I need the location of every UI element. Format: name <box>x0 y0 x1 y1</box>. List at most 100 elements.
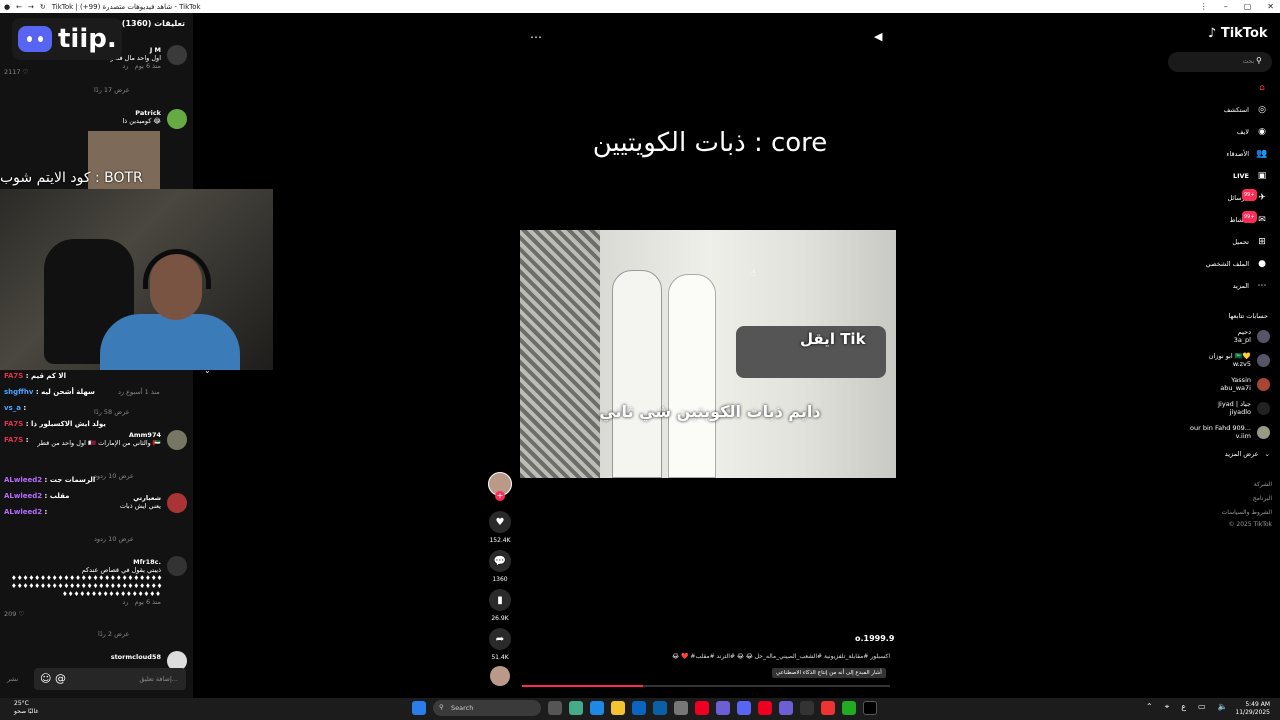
volume-icon[interactable]: ◀ <box>874 30 882 43</box>
comment-avatar[interactable] <box>167 430 187 450</box>
view-replies[interactable]: عرض 10 ردود <box>94 472 134 480</box>
following-account[interactable]: our bin Fahd 909... v.iim <box>1190 424 1270 440</box>
reload-icon[interactable]: ↻ <box>40 3 46 11</box>
comment-likes[interactable]: 209 ♡ <box>4 610 24 618</box>
music-disc-icon[interactable] <box>490 666 510 686</box>
save-count: 26.9K <box>491 615 509 622</box>
nav-live[interactable]: LIVE ▣ <box>1233 170 1268 182</box>
footer-company[interactable]: الشركة <box>1254 481 1272 488</box>
emoji-icon[interactable]: ☺ <box>40 672 51 685</box>
chevron-down-icon[interactable]: ⌄ <box>204 366 211 375</box>
reply-button[interactable]: رد <box>122 598 128 606</box>
view-replies[interactable]: عرض 58 ردًا <box>94 408 130 416</box>
like-button[interactable]: ♥ 152.4K <box>488 511 512 544</box>
chevron-up-icon[interactable]: ⌃ <box>1146 702 1153 712</box>
chrome-icon[interactable] <box>821 701 835 715</box>
minimize-button[interactable]: – <box>1224 0 1228 13</box>
webcam-feed <box>0 189 273 370</box>
app-icon[interactable] <box>842 701 856 715</box>
video-menu-icon[interactable]: ⋯ <box>530 30 542 44</box>
file-explorer-icon[interactable] <box>611 701 625 715</box>
nav-more[interactable]: المزيد ⋯ <box>1233 280 1268 292</box>
account-avatar <box>1257 401 1270 415</box>
taskbar-search[interactable]: ⚲ Search <box>433 700 541 716</box>
start-icon[interactable] <box>412 701 426 715</box>
copilot-icon[interactable] <box>569 701 583 715</box>
view-replies[interactable]: عرض 17 ردًا <box>94 86 130 94</box>
nav-live-following[interactable]: لايف ◉ <box>1237 126 1268 138</box>
task-view-icon[interactable] <box>548 701 562 715</box>
comment-button[interactable]: 💬 1360 <box>488 550 512 583</box>
like-count: 152.4K <box>489 537 511 544</box>
store-icon[interactable] <box>632 701 646 715</box>
tiktok-icon[interactable] <box>863 701 877 715</box>
nav-activity[interactable]: النشاط ✉ 99+ <box>1229 211 1268 226</box>
chat-line: FA7S : الا كم قيم <box>4 372 66 380</box>
video-description: 😂 ❤️ #اكسبلور #مقابلة_تلفزيونية #الشعب_ا… <box>672 653 890 660</box>
comment-user[interactable]: Amm974 <box>11 431 161 439</box>
view-replies[interactable]: عرض 2 ردًا <box>98 630 129 638</box>
discord-icon <box>18 26 52 52</box>
app-icon[interactable] <box>800 701 814 715</box>
location-icon[interactable]: ⌖ <box>1165 702 1170 712</box>
heart-icon: ♡ <box>22 68 29 76</box>
comment-avatar[interactable] <box>167 45 187 65</box>
nav-explore[interactable]: استكشف ◎ <box>1224 104 1268 116</box>
follow-plus-icon[interactable]: + <box>495 491 505 501</box>
view-replies[interactable]: عرض 10 ردود <box>94 535 134 543</box>
reply-button[interactable]: رد <box>122 62 128 70</box>
following-account[interactable]: ابو نوزان 🇸🇦💛 w.zv5 <box>1209 352 1270 368</box>
see-more-link[interactable]: عرض المزيد ⌄ <box>1225 450 1270 458</box>
menu-dots-icon[interactable]: ⋮ <box>1200 0 1208 13</box>
save-button[interactable]: ▮ 26.9K <box>488 589 512 622</box>
maximize-button[interactable]: ▢ <box>1244 0 1252 13</box>
close-button[interactable]: ✕ <box>1267 0 1274 13</box>
nav-friends[interactable]: الأصدقاء 👥 <box>1226 148 1268 160</box>
share-icon: ➦ <box>489 628 511 650</box>
footer-terms[interactable]: الشروط والسياسات <box>1222 509 1272 516</box>
video-author[interactable]: o.1999.9 <box>855 634 894 643</box>
comment-item: Mfr18c. ذيبتي يقول في قصاص عندكم ♦♦♦♦♦♦♦… <box>11 558 163 606</box>
edge-icon[interactable] <box>590 701 604 715</box>
shop-code-text: كود الايتم شوب : BOTR <box>0 170 143 186</box>
forward-icon[interactable]: → <box>28 3 34 11</box>
comment-user[interactable]: Patrick <box>21 109 161 117</box>
youtube-icon[interactable] <box>695 701 709 715</box>
comment-likes[interactable]: 2117 ♡ <box>4 68 28 76</box>
comment-avatar[interactable] <box>167 556 187 576</box>
share-button[interactable]: ➦ 51.4K <box>488 628 512 661</box>
following-account[interactable]: دحيم 3a_pl <box>1234 328 1270 344</box>
nav-home[interactable]: ⌂ <box>1249 82 1268 94</box>
following-account[interactable]: Yassin abu_wa7i <box>1220 376 1270 392</box>
nav-messages[interactable]: الرسائل ✈ 99+ <box>1227 189 1268 204</box>
mention-icon[interactable]: @ <box>55 672 66 685</box>
video-frame[interactable] <box>520 230 896 478</box>
teams-icon[interactable] <box>716 701 730 715</box>
search-icon[interactable]: ⚲ <box>1256 56 1262 65</box>
comment-user[interactable]: stormcloud58 <box>21 653 161 661</box>
settings-icon[interactable] <box>674 701 688 715</box>
post-button[interactable]: نشر <box>7 675 18 683</box>
nav-profile[interactable]: الملف الشخصي ● <box>1206 258 1268 270</box>
display-icon[interactable]: ▭ <box>1198 702 1206 712</box>
weather-widget[interactable]: 25°C غالبًا صحو <box>14 700 38 716</box>
reply-button[interactable]: رد <box>118 388 124 396</box>
nav-upload[interactable]: تحميل ⊞ <box>1232 236 1268 248</box>
youtube-icon[interactable] <box>758 701 772 715</box>
comment-user[interactable]: Mfr18c. <box>11 558 161 566</box>
comment-avatar[interactable] <box>167 493 187 513</box>
video-progress-bar[interactable] <box>522 685 890 687</box>
app-icon[interactable] <box>779 701 793 715</box>
volume-icon[interactable]: 🔈 <box>1218 702 1228 712</box>
outlook-icon[interactable] <box>653 701 667 715</box>
tiktok-logo[interactable]: ♪ TikTok <box>1208 26 1268 41</box>
following-account[interactable]: Jiyad | جياد jiyadlo <box>1218 400 1270 416</box>
clock[interactable]: 5:49 AM 11/29/2025 <box>1235 701 1270 717</box>
back-icon[interactable]: ← <box>16 3 22 11</box>
language-icon[interactable]: ع <box>1181 702 1186 712</box>
footer-program[interactable]: البرنامج <box>1253 495 1272 502</box>
comment-avatar[interactable] <box>167 109 187 129</box>
bookmark-icon: ▮ <box>489 589 511 611</box>
chat-line: vs_a : <box>4 404 27 412</box>
discord-icon[interactable] <box>737 701 751 715</box>
